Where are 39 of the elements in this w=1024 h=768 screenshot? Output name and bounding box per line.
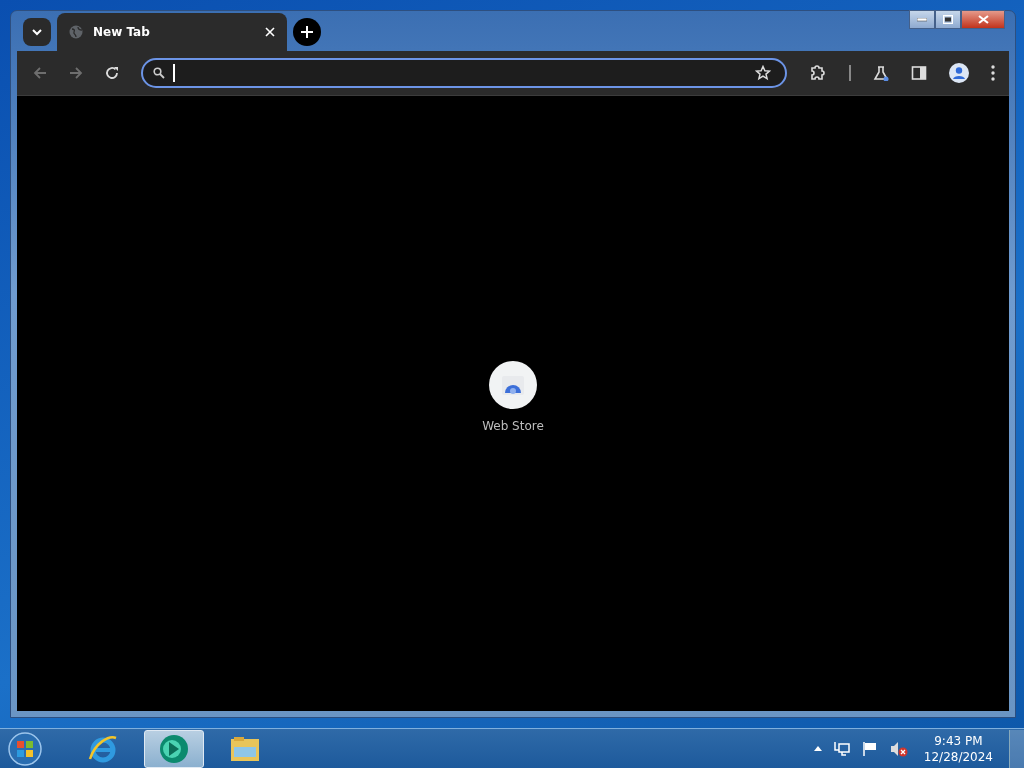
clock-date: 12/28/2024 <box>923 749 993 764</box>
play-circle-icon <box>157 733 191 764</box>
side-panel-icon[interactable] <box>911 65 927 81</box>
flag-icon[interactable] <box>861 741 878 756</box>
close-icon <box>977 15 989 24</box>
browser-tab[interactable]: New Tab <box>57 13 287 51</box>
clock[interactable]: 9:43 PM 12/28/2024 <box>919 733 997 764</box>
shortcut-label: Web Store <box>482 418 544 433</box>
maximize-button[interactable] <box>935 10 961 29</box>
show-hidden-icons-icon[interactable] <box>813 746 822 751</box>
muted-speaker-icon[interactable] <box>889 740 908 757</box>
flask-icon[interactable] <box>873 65 889 81</box>
network-icon[interactable] <box>833 741 850 756</box>
chevron-down-icon <box>31 28 43 36</box>
star-icon[interactable] <box>755 65 771 81</box>
search-icon <box>153 67 165 79</box>
close-icon[interactable] <box>265 27 275 37</box>
taskbar-app[interactable] <box>144 729 204 768</box>
reload-icon[interactable] <box>105 66 119 80</box>
back-arrow-icon[interactable] <box>33 66 47 80</box>
plus-icon <box>301 26 313 38</box>
globe-icon <box>69 25 83 39</box>
address-bar[interactable] <box>141 58 787 88</box>
store-icon <box>501 373 525 396</box>
new-tab-button[interactable] <box>293 18 321 46</box>
minimize-button[interactable] <box>909 10 935 29</box>
puzzle-piece-icon[interactable] <box>809 64 827 82</box>
tab-title: New Tab <box>93 25 151 39</box>
minimize-icon <box>917 17 927 22</box>
clock-time: 9:43 PM <box>934 733 983 748</box>
maximize-icon <box>943 15 953 24</box>
close-button[interactable] <box>961 10 1005 29</box>
shortcut-tile[interactable] <box>489 360 537 409</box>
tab-search-button[interactable] <box>23 18 51 46</box>
forward-arrow-icon[interactable] <box>69 66 83 80</box>
more-menu-icon[interactable] <box>991 65 995 81</box>
start-button[interactable] <box>8 731 42 766</box>
profile-avatar-icon[interactable] <box>949 63 969 83</box>
folder-icon <box>229 734 261 763</box>
